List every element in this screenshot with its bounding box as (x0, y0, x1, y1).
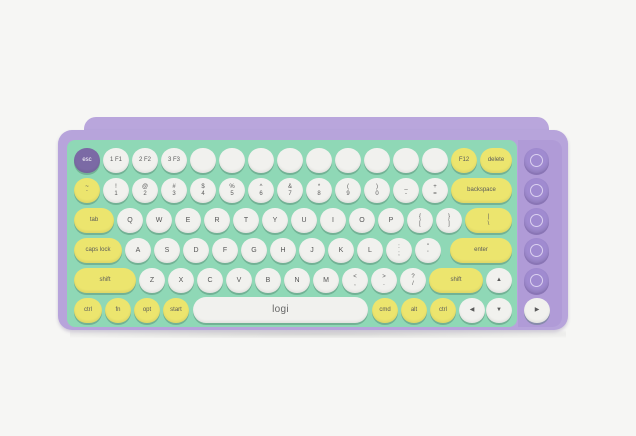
key-start[interactable]: start (163, 298, 189, 323)
key-slash[interactable]: ? / (400, 268, 426, 293)
key-shift-left[interactable]: shift (74, 268, 136, 293)
key-period[interactable]: > . (371, 268, 397, 293)
key-m[interactable]: M (313, 268, 339, 293)
key-comma[interactable]: < , (342, 268, 368, 293)
key-l[interactable]: L (357, 238, 383, 263)
smiley-face-icon (530, 184, 543, 197)
key-f12[interactable] (422, 148, 448, 173)
key-f3[interactable]: 3 F3 (161, 148, 187, 173)
key-w[interactable]: W (146, 208, 172, 233)
key-9[interactable]: ( 9 (335, 178, 361, 203)
key-i[interactable]: I (320, 208, 346, 233)
key-o[interactable]: O (349, 208, 375, 233)
key-f7[interactable] (277, 148, 303, 173)
key-7[interactable]: & 7 (277, 178, 303, 203)
key-f[interactable]: F (212, 238, 238, 263)
smiley-face-icon (530, 274, 543, 287)
emoji-key-3[interactable] (524, 208, 549, 233)
key-arrow-right[interactable]: ▶ (524, 298, 550, 323)
key-equals[interactable]: + = (422, 178, 448, 203)
key-f4[interactable] (190, 148, 216, 173)
smiley-face-icon (530, 244, 543, 257)
key-j[interactable]: J (299, 238, 325, 263)
key-d[interactable]: D (183, 238, 209, 263)
key-u[interactable]: U (291, 208, 317, 233)
key-f6[interactable] (248, 148, 274, 173)
key-right-bracket[interactable]: } ] (436, 208, 462, 233)
key-r[interactable]: R (204, 208, 230, 233)
key-arrow-left[interactable]: ◀ (459, 298, 485, 323)
key-backspace[interactable]: backspace (451, 178, 512, 203)
key-f8[interactable] (306, 148, 332, 173)
key-v[interactable]: V (226, 268, 252, 293)
key-f12b[interactable]: F12 (451, 148, 477, 173)
key-semicolon[interactable]: : ; (386, 238, 412, 263)
keyboard-shadow (70, 330, 566, 338)
key-fn[interactable]: fn (105, 298, 131, 323)
key-5[interactable]: % 5 (219, 178, 245, 203)
key-arrow-up[interactable]: ▲ (486, 268, 512, 293)
key-e[interactable]: E (175, 208, 201, 233)
key-k[interactable]: K (328, 238, 354, 263)
key-ctrl-left[interactable]: ctrl (74, 298, 102, 323)
key-4[interactable]: $ 4 (190, 178, 216, 203)
key-f2[interactable]: 2 F2 (132, 148, 158, 173)
key-t[interactable]: T (233, 208, 259, 233)
key-cmd-right[interactable]: cmd (372, 298, 398, 323)
key-minus[interactable]: _ - (393, 178, 419, 203)
key-arrow-down[interactable]: ▼ (486, 298, 512, 323)
key-c[interactable]: C (197, 268, 223, 293)
smiley-face-icon (530, 154, 543, 167)
emoji-key-5[interactable] (524, 268, 549, 293)
key-q[interactable]: Q (117, 208, 143, 233)
key-spacebar[interactable]: logi (193, 297, 368, 323)
key-x[interactable]: X (168, 268, 194, 293)
emoji-key-1[interactable] (524, 148, 549, 173)
key-f10[interactable] (364, 148, 390, 173)
product-scene: esc 1 F1 2 F2 3 F3 F12 delete ~ ` ! 1 @ … (0, 0, 636, 436)
key-0[interactable]: ) 0 (364, 178, 390, 203)
key-z[interactable]: Z (139, 268, 165, 293)
key-caps-lock[interactable]: caps lock (74, 238, 122, 263)
key-f9[interactable] (335, 148, 361, 173)
key-3[interactable]: # 3 (161, 178, 187, 203)
key-enter[interactable]: enter (450, 238, 512, 263)
key-f11[interactable] (393, 148, 419, 173)
key-p[interactable]: P (378, 208, 404, 233)
emoji-key-4[interactable] (524, 238, 549, 263)
key-alt-right[interactable]: alt (401, 298, 427, 323)
key-tab[interactable]: tab (74, 208, 114, 233)
emoji-key-2[interactable] (524, 178, 549, 203)
smiley-face-icon (530, 214, 543, 227)
key-shift-right[interactable]: shift (429, 268, 483, 293)
key-f1[interactable]: 1 F1 (103, 148, 129, 173)
key-a[interactable]: A (125, 238, 151, 263)
key-backtick[interactable]: ~ ` (74, 178, 100, 203)
key-left-bracket[interactable]: { [ (407, 208, 433, 233)
key-n[interactable]: N (284, 268, 310, 293)
key-6[interactable]: ^ 6 (248, 178, 274, 203)
key-8[interactable]: * 8 (306, 178, 332, 203)
key-b[interactable]: B (255, 268, 281, 293)
key-y[interactable]: Y (262, 208, 288, 233)
key-delete[interactable]: delete (480, 148, 512, 173)
key-quote[interactable]: " ' (415, 238, 441, 263)
key-2[interactable]: @ 2 (132, 178, 158, 203)
key-s[interactable]: S (154, 238, 180, 263)
key-ctrl-right[interactable]: ctrl (430, 298, 456, 323)
key-1[interactable]: ! 1 (103, 178, 129, 203)
key-g[interactable]: G (241, 238, 267, 263)
key-backslash[interactable]: | \ (465, 208, 512, 233)
key-option[interactable]: opt (134, 298, 160, 323)
key-f5[interactable] (219, 148, 245, 173)
key-h[interactable]: H (270, 238, 296, 263)
key-esc[interactable]: esc (74, 148, 100, 173)
